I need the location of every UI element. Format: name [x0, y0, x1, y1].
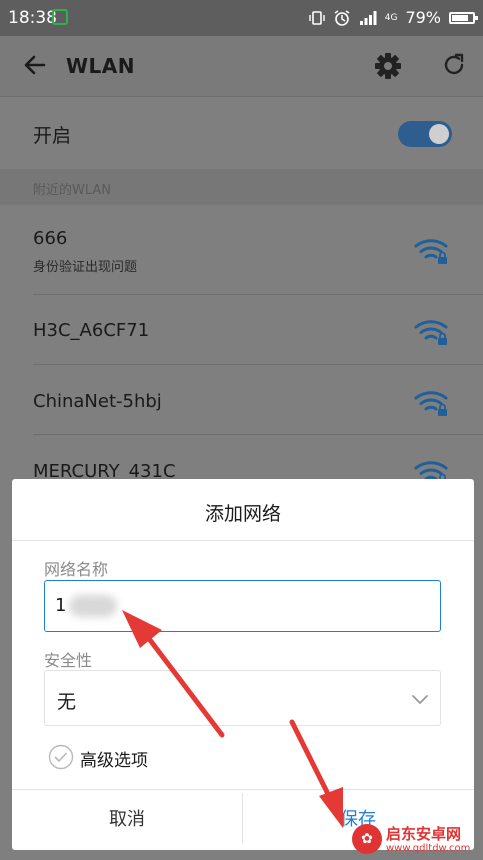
- dialog-title: 添加网络: [204, 503, 281, 525]
- divider: [12, 789, 474, 790]
- network-item[interactable]: 666 身份验证出现问题: [0, 205, 483, 295]
- check-circle-icon[interactable]: [48, 744, 74, 770]
- wlan-toggle-label: 开启: [33, 125, 72, 147]
- security-select[interactable]: 无: [44, 670, 441, 726]
- gear-icon[interactable]: [374, 52, 402, 80]
- wlan-toggle-switch[interactable]: [398, 121, 452, 147]
- refresh-icon[interactable]: [441, 52, 467, 78]
- network-item[interactable]: ChinaNet-5hbj: [0, 365, 483, 435]
- security-value: 无: [57, 691, 77, 713]
- blurred-text: [69, 595, 117, 617]
- app-bar: WLAN: [0, 36, 483, 96]
- toggle-knob: [429, 124, 449, 144]
- network-ssid: ChinaNet-5hbj: [33, 391, 162, 412]
- wlan-settings-screen: 18:38 4G 79% WLAN 开启 附近的WLAN 666 身份验证出现问…: [0, 0, 483, 860]
- network-item[interactable]: H3C_A6CF71: [0, 295, 483, 365]
- add-network-dialog: 添加网络 网络名称 1 安全性 无 高级选项 取消 保存: [12, 479, 474, 850]
- advanced-options-label: 高级选项: [80, 751, 148, 771]
- chevron-down-icon: [412, 695, 428, 704]
- network-ssid: 666: [33, 228, 68, 249]
- battery-text: 79%: [405, 8, 441, 27]
- nearby-wlan-header: 附近的WLAN: [0, 169, 483, 205]
- status-icons: 4G 79%: [309, 8, 478, 27]
- page-title: WLAN: [66, 54, 136, 78]
- divider: [12, 540, 474, 541]
- wlan-toggle-row[interactable]: 开启: [0, 97, 483, 169]
- cancel-button[interactable]: 取消: [12, 791, 242, 849]
- status-bar: 18:38 4G 79%: [0, 0, 483, 36]
- watermark: ✿ 启东安卓网 www.qdltdw.com: [352, 822, 478, 858]
- watermark-logo: ✿: [352, 824, 382, 854]
- signal-icon: [359, 10, 377, 25]
- alarm-icon: [334, 9, 350, 26]
- network-name-label: 网络名称: [44, 560, 109, 579]
- network-ssid: H3C_A6CF71: [33, 320, 150, 341]
- dual-sim-4g-icon: 4G: [384, 12, 398, 23]
- battery-icon: [449, 11, 478, 24]
- security-label: 安全性: [44, 651, 93, 670]
- watermark-name: 启东安卓网: [386, 825, 462, 843]
- battery-level: [452, 14, 468, 21]
- wifi-lock-icon: [414, 239, 448, 264]
- network-name-input[interactable]: 1: [44, 580, 441, 632]
- network-status: 身份验证出现问题: [33, 260, 138, 275]
- watermark-url: www.qdltdw.com: [386, 843, 471, 854]
- back-arrow-icon[interactable]: [22, 52, 48, 78]
- section-label: 附近的WLAN: [33, 183, 112, 198]
- network-name-value: 1: [55, 595, 67, 616]
- screenshot-icon: [52, 9, 68, 25]
- wifi-lock-icon: [414, 391, 448, 416]
- status-time: 18:38: [8, 8, 57, 28]
- vibrate-icon: [309, 10, 325, 25]
- wifi-lock-icon: [414, 320, 448, 345]
